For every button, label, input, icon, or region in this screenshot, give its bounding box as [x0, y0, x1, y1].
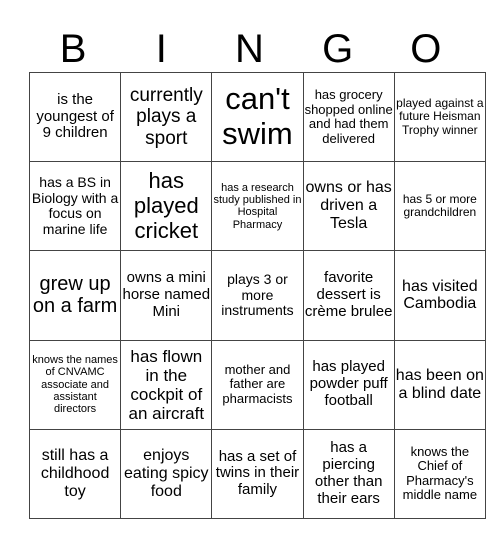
- bingo-cell[interactable]: has grocery shopped online and had them …: [302, 71, 395, 163]
- bingo-cell[interactable]: played against a future Heisman Trophy w…: [393, 71, 486, 163]
- header-letter-i: I: [155, 27, 167, 71]
- bingo-cell[interactable]: has a piercing other than their ears: [302, 428, 395, 519]
- bingo-row-3: grew up on a farm owns a mini horse name…: [28, 250, 486, 341]
- bingo-row-1: is the youngest of 9 children currently …: [28, 71, 486, 163]
- bingo-grid: is the youngest of 9 children currently …: [28, 71, 486, 519]
- header-letter-o: O: [410, 27, 442, 71]
- bingo-row-2: has a BS in Biology with a focus on mari…: [28, 161, 486, 252]
- bingo-row-5: still has a childhood toy enjoys eating …: [28, 428, 486, 519]
- bingo-cell[interactable]: has visited Cambodia: [393, 250, 486, 341]
- bingo-cell[interactable]: grew up on a farm: [28, 250, 122, 341]
- bingo-cell[interactable]: knows the names of CNVAMC associate and …: [28, 339, 122, 430]
- bingo-cell[interactable]: plays 3 or more instruments: [211, 250, 304, 341]
- bingo-cell[interactable]: has been on a blind date: [393, 339, 486, 430]
- bingo-cell[interactable]: mother and father are pharmacists: [211, 339, 304, 430]
- bingo-cell[interactable]: has flown in the cockpit of an aircraft: [120, 339, 213, 430]
- header-letter-b: B: [59, 27, 87, 71]
- bingo-cell[interactable]: owns or has driven a Tesla: [302, 161, 395, 252]
- bingo-cell[interactable]: is the youngest of 9 children: [28, 71, 122, 163]
- bingo-cell[interactable]: can't swim: [211, 71, 304, 163]
- bingo-cell[interactable]: has a BS in Biology with a focus on mari…: [28, 161, 122, 252]
- bingo-cell[interactable]: has played powder puff football: [302, 339, 395, 430]
- bingo-cell[interactable]: favorite dessert is crème brulee: [302, 250, 395, 341]
- bingo-cell[interactable]: owns a mini horse named Mini: [120, 250, 213, 341]
- bingo-header: B I N G O: [29, 26, 470, 72]
- header-letter-g: G: [322, 27, 354, 71]
- bingo-cell[interactable]: currently plays a sport: [120, 71, 213, 163]
- header-letter-n: N: [235, 27, 264, 71]
- bingo-cell[interactable]: still has a childhood toy: [28, 428, 122, 519]
- bingo-cell[interactable]: enjoys eating spicy food: [120, 428, 213, 519]
- bingo-cell[interactable]: knows the Chief of Pharmacy's middle nam…: [393, 428, 486, 519]
- bingo-cell[interactable]: has played cricket: [120, 161, 213, 252]
- bingo-cell[interactable]: has a set of twins in their family: [211, 428, 304, 519]
- bingo-cell[interactable]: has 5 or more grandchildren: [393, 161, 486, 252]
- bingo-row-4: knows the names of CNVAMC associate and …: [28, 339, 486, 430]
- bingo-cell[interactable]: has a research study published in Hospit…: [211, 161, 304, 252]
